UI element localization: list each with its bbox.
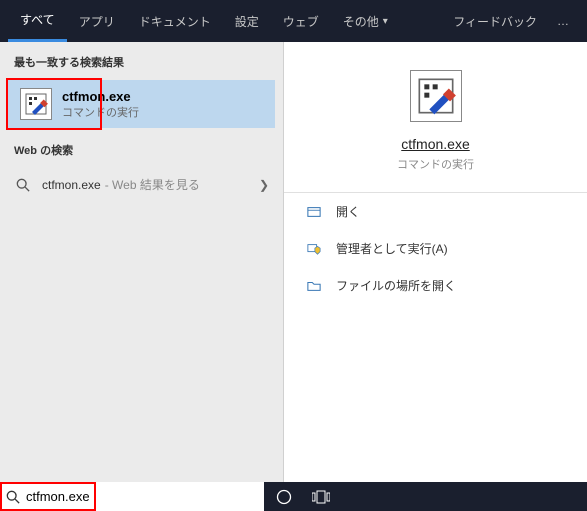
best-match-title: ctfmon.exe xyxy=(62,89,139,104)
overflow-menu[interactable]: … xyxy=(549,14,579,28)
action-admin-label: 管理者として実行(A) xyxy=(336,240,448,257)
details-title[interactable]: ctfmon.exe xyxy=(401,136,469,152)
feedback-link[interactable]: フィードバック xyxy=(441,0,549,42)
web-search-suffix: - Web 結果を見る xyxy=(105,176,200,193)
folder-icon xyxy=(304,279,324,293)
taskbar xyxy=(264,482,587,511)
search-input[interactable] xyxy=(26,489,258,504)
web-results-header: Web の検索 xyxy=(0,130,283,166)
top-tabs-bar: すべて アプリ ドキュメント 設定 ウェブ その他▾ フィードバック … xyxy=(0,0,587,42)
results-left-pane: 最も一致する検索結果 ctfmon.exe コマンドの実行 Web の検索 ct… xyxy=(0,42,284,482)
cortana-icon[interactable] xyxy=(276,489,292,505)
best-match-item[interactable]: ctfmon.exe コマンドの実行 xyxy=(8,80,275,128)
action-open-label: 開く xyxy=(336,203,360,220)
tab-documents[interactable]: ドキュメント xyxy=(127,0,223,42)
chevron-right-icon: ❯ xyxy=(259,178,269,192)
best-match-subtitle: コマンドの実行 xyxy=(62,104,139,120)
search-box[interactable] xyxy=(0,482,264,511)
search-icon xyxy=(6,490,20,504)
web-search-item[interactable]: ctfmon.exe - Web 結果を見る ❯ xyxy=(0,166,283,203)
best-match-header: 最も一致する検索結果 xyxy=(0,42,283,78)
details-app-icon xyxy=(410,70,462,122)
task-view-icon[interactable] xyxy=(312,490,330,504)
details-subtitle: コマンドの実行 xyxy=(397,156,474,172)
action-location-label: ファイルの場所を開く xyxy=(336,277,456,294)
action-open[interactable]: 開く xyxy=(284,193,587,230)
search-icon xyxy=(14,178,32,192)
bottom-bar xyxy=(0,482,587,511)
chevron-down-icon: ▾ xyxy=(383,16,388,27)
details-right-pane: ctfmon.exe コマンドの実行 開く 管理者として実行(A) xyxy=(284,42,587,482)
tab-apps[interactable]: アプリ xyxy=(67,0,127,42)
tab-settings[interactable]: 設定 xyxy=(223,0,271,42)
shield-admin-icon xyxy=(304,242,324,256)
action-run-admin[interactable]: 管理者として実行(A) xyxy=(284,230,587,267)
tab-web[interactable]: ウェブ xyxy=(271,0,331,42)
tab-all[interactable]: すべて xyxy=(8,0,67,42)
action-open-location[interactable]: ファイルの場所を開く xyxy=(284,267,587,304)
tab-more[interactable]: その他▾ xyxy=(331,0,400,42)
open-icon xyxy=(304,205,324,219)
exe-icon xyxy=(20,88,52,120)
web-search-term: ctfmon.exe xyxy=(42,178,101,192)
